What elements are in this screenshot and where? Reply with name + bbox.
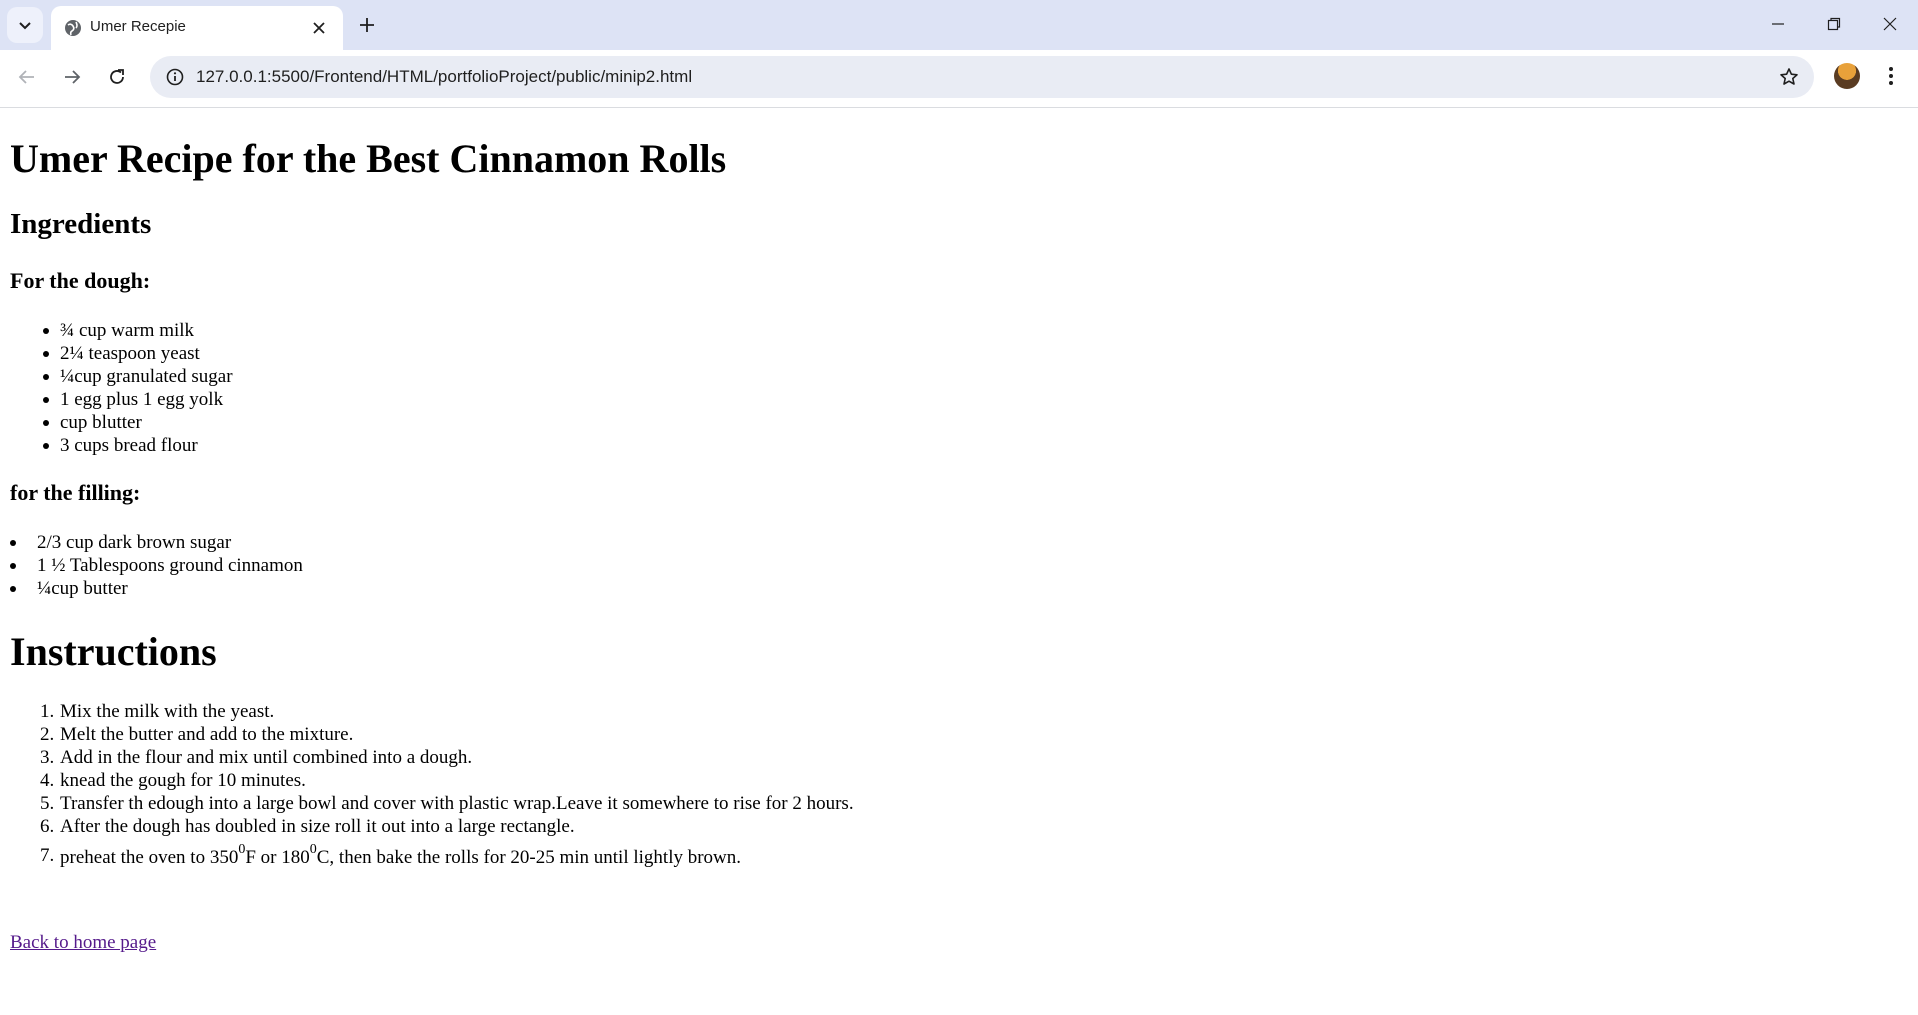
step-text: Transfer th edough into a large bowl and…	[60, 793, 854, 814]
step-text-part: preheat the oven to 350	[60, 847, 239, 869]
kebab-menu-icon	[1889, 67, 1893, 85]
step-number: 6.	[40, 816, 55, 837]
list-item: 1 ½ Tablespoons ground cinnamon	[10, 555, 303, 576]
back-button[interactable]	[9, 59, 45, 95]
instruction-step: 2. Melt the butter and add to the mixture…	[40, 723, 854, 746]
restore-icon	[1827, 17, 1841, 31]
address-bar[interactable]: 127.0.0.1:5500/Frontend/HTML/portfolioPr…	[150, 56, 1814, 98]
instruction-step: 5. Transfer th edough into a large bowl a…	[40, 792, 854, 815]
tab-strip: Umer Recepie	[0, 0, 1918, 50]
plus-icon	[360, 18, 374, 32]
info-icon	[166, 68, 184, 86]
list-item: 1 egg plus 1 egg yolk	[43, 388, 233, 411]
list-item: ¾ cup warm milk	[43, 319, 233, 342]
browser-menu-button[interactable]	[1876, 61, 1906, 91]
list-item: 2¼ teaspoon yeast	[43, 342, 233, 365]
step-text: After the dough has doubled in size roll…	[60, 816, 575, 837]
filling-list: 2/3 cup dark brown sugar 1 ½ Tablespoons…	[10, 531, 303, 600]
instructions-heading: Instructions	[10, 629, 217, 674]
restore-button[interactable]	[1806, 0, 1862, 48]
step-text: Melt the butter and add to the mixture.	[60, 724, 354, 745]
dough-heading: For the dough:	[10, 268, 151, 293]
step-text: Add in the flour and mix until combined …	[60, 747, 473, 768]
step-number: 3.	[40, 747, 55, 768]
instruction-step: 3. Add in the flour and mix until combine…	[40, 746, 854, 769]
close-icon	[313, 22, 325, 34]
instruction-step: 4. knead the gough for 10 minutes.	[40, 769, 854, 792]
close-window-button[interactable]	[1862, 0, 1918, 48]
step-text: preheat the oven to 3500F or 1800C, then…	[60, 842, 742, 869]
step-text: Mix the milk with the yeast.	[60, 701, 275, 722]
globe-icon	[65, 20, 81, 36]
degree-superscript: 0	[309, 842, 317, 857]
arrow-left-icon	[18, 70, 34, 84]
back-to-home-link[interactable]: Back to home page	[10, 932, 156, 954]
browser-chrome: Umer Recepie 127.0.0.1:5500/Frontend/HTM…	[0, 0, 1918, 108]
step-text-part: C, then bake the rolls for 20-25 min unt…	[316, 847, 742, 869]
filling-heading: for the filling:	[10, 480, 141, 505]
new-tab-button[interactable]	[352, 10, 382, 40]
url-text[interactable]: 127.0.0.1:5500/Frontend/HTML/portfolioPr…	[196, 67, 692, 87]
close-icon	[1883, 17, 1897, 31]
instruction-step: 7. preheat the oven to 3500F or 1800C, th…	[40, 838, 854, 869]
minimize-button[interactable]	[1750, 0, 1806, 48]
dough-list: ¾ cup warm milk 2¼ teaspoon yeast ¼cup g…	[43, 319, 233, 457]
bookmark-button[interactable]	[1774, 62, 1804, 92]
instructions-list: 1. Mix the milk with the yeast. 2. Melt th…	[40, 700, 854, 869]
step-number: 2.	[40, 724, 55, 745]
active-tab[interactable]: Umer Recepie	[51, 6, 343, 50]
step-number: 5.	[40, 793, 55, 814]
reload-button[interactable]	[99, 59, 135, 95]
step-text: knead the gough for 10 minutes.	[60, 770, 306, 791]
instruction-step: 1. Mix the milk with the yeast.	[40, 700, 854, 723]
site-info-button[interactable]	[160, 62, 190, 92]
page-content: Umer Recipe for the Best Cinnamon Rolls …	[0, 108, 1918, 1015]
star-icon	[1780, 68, 1798, 85]
tab-close-button[interactable]	[307, 16, 331, 40]
reload-icon	[110, 69, 124, 84]
browser-toolbar: 127.0.0.1:5500/Frontend/HTML/portfolioPr…	[0, 50, 1918, 108]
step-number: 7.	[40, 845, 55, 866]
arrow-right-icon	[65, 70, 81, 84]
ingredients-heading: Ingredients	[10, 208, 152, 240]
page-title: Umer Recipe for the Best Cinnamon Rolls	[10, 136, 727, 181]
list-item: ¼cup granulated sugar	[43, 366, 233, 387]
list-item: 2/3 cup dark brown sugar	[10, 531, 303, 554]
tab-title: Umer Recepie	[90, 18, 186, 35]
instruction-step: 6. After the dough has doubled in size ro…	[40, 815, 854, 838]
list-item: cup blutter	[43, 411, 233, 434]
step-number: 1.	[40, 701, 55, 722]
step-text-part: F or 180	[245, 847, 310, 869]
list-item: ¼cup butter	[10, 577, 303, 600]
minimize-icon	[1772, 23, 1784, 25]
tab-search-button[interactable]	[7, 7, 43, 43]
step-number: 4.	[40, 770, 55, 791]
chevron-down-icon	[19, 22, 31, 30]
degree-superscript: 0	[238, 842, 246, 857]
profile-avatar[interactable]	[1834, 63, 1860, 89]
forward-button[interactable]	[54, 59, 90, 95]
list-item: 3 cups bread flour	[43, 434, 233, 457]
